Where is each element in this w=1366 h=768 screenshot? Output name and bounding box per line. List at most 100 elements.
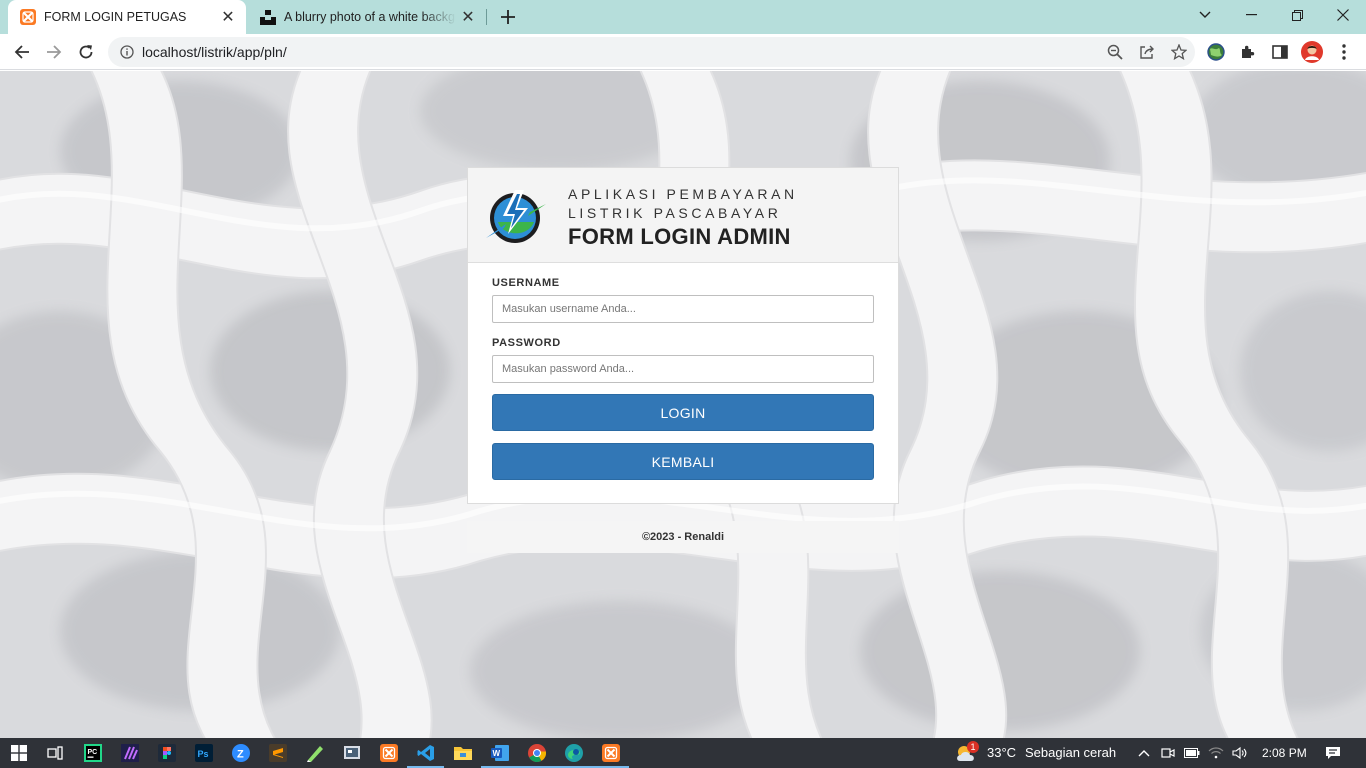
form-title: FORM LOGIN ADMIN xyxy=(568,224,791,249)
close-icon xyxy=(1337,9,1349,21)
reload-button[interactable] xyxy=(72,38,100,66)
task-view-button[interactable] xyxy=(36,738,73,768)
tab-separator xyxy=(486,9,487,25)
taskbar-photoshop[interactable]: Ps xyxy=(185,738,222,768)
globe-extension-icon[interactable] xyxy=(1202,38,1230,66)
electricity-logo xyxy=(486,190,546,243)
password-label: PASSWORD xyxy=(492,337,561,349)
app-name-line1: APLIKASI PEMBAYARAN xyxy=(568,186,798,202)
taskbar-app-purple[interactable] xyxy=(111,738,148,768)
close-icon[interactable]: ✕ xyxy=(216,5,240,29)
url-text[interactable]: localhost/listrik/app/pln/ xyxy=(142,44,1099,60)
minimize-button[interactable] xyxy=(1228,0,1274,30)
design-app-icon xyxy=(157,744,176,762)
xampp-icon xyxy=(379,744,398,762)
windows-logo-icon xyxy=(10,745,27,761)
taskbar-sublime[interactable] xyxy=(259,738,296,768)
svg-text:PC: PC xyxy=(87,749,97,756)
back-button-kembali[interactable]: KEMBALI xyxy=(492,443,874,480)
zoom-app-icon: Z xyxy=(231,744,250,762)
side-panel-icon[interactable] xyxy=(1266,38,1294,66)
clock-time[interactable]: 2:08 PM xyxy=(1262,746,1307,760)
edge-icon xyxy=(564,744,583,762)
pycharm-icon: PC xyxy=(83,744,102,762)
xampp-icon xyxy=(20,9,36,25)
menu-icon[interactable] xyxy=(1330,38,1358,66)
word-icon: W xyxy=(490,745,509,761)
taskbar-edge[interactable] xyxy=(555,738,592,768)
xampp-icon xyxy=(601,744,620,762)
tab-form-login[interactable]: FORM LOGIN PETUGAS ✕ xyxy=(8,0,246,34)
battery-icon[interactable] xyxy=(1181,742,1203,764)
username-label: USERNAME xyxy=(492,277,560,289)
taskbar-word[interactable]: W xyxy=(481,738,518,768)
taskbar-vscode[interactable] xyxy=(407,738,444,768)
temperature[interactable]: 33°C xyxy=(987,745,1016,760)
back-button[interactable] xyxy=(8,38,36,66)
tab-title: A blurry photo of a white background xyxy=(284,10,456,24)
restore-button[interactable] xyxy=(1274,0,1320,30)
close-window-button[interactable] xyxy=(1320,0,1366,30)
taskbar-xampp[interactable] xyxy=(370,738,407,768)
copyright-footer: ©2023 - Renaldi xyxy=(467,521,899,553)
plus-icon xyxy=(501,10,515,24)
zoom-icon[interactable] xyxy=(1099,37,1131,67)
restore-icon xyxy=(1291,9,1303,21)
address-bar[interactable]: localhost/listrik/app/pln/ xyxy=(108,37,1195,67)
weather-badge: 1 xyxy=(967,741,979,753)
tab-search-button[interactable] xyxy=(1182,0,1228,30)
chevron-up-icon xyxy=(1138,750,1150,757)
close-icon[interactable]: ✕ xyxy=(456,5,480,29)
page-viewport: APLIKASI PEMBAYARAN LISTRIK PASCABAYAR F… xyxy=(0,71,1366,738)
taskbar-chrome[interactable] xyxy=(518,738,555,768)
taskbar-xampp-running[interactable] xyxy=(592,738,629,768)
share-icon[interactable] xyxy=(1131,37,1163,67)
arrow-left-icon xyxy=(14,45,29,59)
windows-taskbar: PC Ps Z W 1 33°C Sebagian cerah 2:08 PM xyxy=(0,738,1366,768)
taskbar-app-screens[interactable] xyxy=(333,738,370,768)
forward-button[interactable] xyxy=(40,38,68,66)
tab-strip: FORM LOGIN PETUGAS ✕ A blurry photo of a… xyxy=(0,0,1366,34)
username-input[interactable] xyxy=(492,295,874,323)
taskbar-notepadpp[interactable] xyxy=(296,738,333,768)
slashes-app-icon xyxy=(120,744,139,762)
weather-widget[interactable]: 1 xyxy=(954,741,980,765)
chrome-icon xyxy=(527,744,546,762)
weather-condition[interactable]: Sebagian cerah xyxy=(1025,745,1116,760)
taskbar-pycharm[interactable]: PC xyxy=(74,738,111,768)
task-view-icon xyxy=(46,746,63,760)
info-icon[interactable] xyxy=(112,37,142,67)
meet-now-icon[interactable] xyxy=(1157,742,1179,764)
screen-app-icon xyxy=(343,746,360,759)
puzzle-extensions-icon[interactable] xyxy=(1234,38,1262,66)
password-input[interactable] xyxy=(492,355,874,383)
minimize-icon xyxy=(1245,14,1257,16)
photoshop-icon: Ps xyxy=(194,744,213,762)
taskbar-file-explorer[interactable] xyxy=(444,738,481,768)
tab-title: FORM LOGIN PETUGAS xyxy=(44,10,187,24)
unsplash-icon xyxy=(260,10,276,25)
login-card: APLIKASI PEMBAYARAN LISTRIK PASCABAYAR F… xyxy=(467,167,899,504)
app-name-line2: LISTRIK PASCABAYAR xyxy=(568,205,782,221)
svg-text:Ps: Ps xyxy=(197,749,208,759)
chevron-down-icon xyxy=(1199,11,1211,18)
sublime-icon xyxy=(268,744,287,762)
taskbar-zoom[interactable]: Z xyxy=(222,738,259,768)
wifi-icon[interactable] xyxy=(1205,742,1227,764)
login-button[interactable]: LOGIN xyxy=(492,394,874,431)
login-card-header: APLIKASI PEMBAYARAN LISTRIK PASCABAYAR F… xyxy=(468,168,898,263)
bookmark-star-icon[interactable] xyxy=(1163,37,1195,67)
svg-text:Z: Z xyxy=(237,749,244,761)
arrow-right-icon xyxy=(47,45,62,59)
start-button[interactable] xyxy=(0,738,37,768)
new-tab-button[interactable] xyxy=(496,5,520,29)
show-hidden-icons-button[interactable] xyxy=(1133,742,1155,764)
profile-avatar[interactable] xyxy=(1298,38,1326,66)
volume-icon[interactable] xyxy=(1229,742,1251,764)
reload-icon xyxy=(79,45,93,59)
svg-text:W: W xyxy=(492,749,500,758)
taskbar-figma-like[interactable] xyxy=(148,738,185,768)
notification-center-icon[interactable] xyxy=(1322,742,1344,764)
browser-toolbar: localhost/listrik/app/pln/ xyxy=(0,34,1366,70)
tab-blurry-photo[interactable]: A blurry photo of a white background ✕ xyxy=(250,0,486,34)
